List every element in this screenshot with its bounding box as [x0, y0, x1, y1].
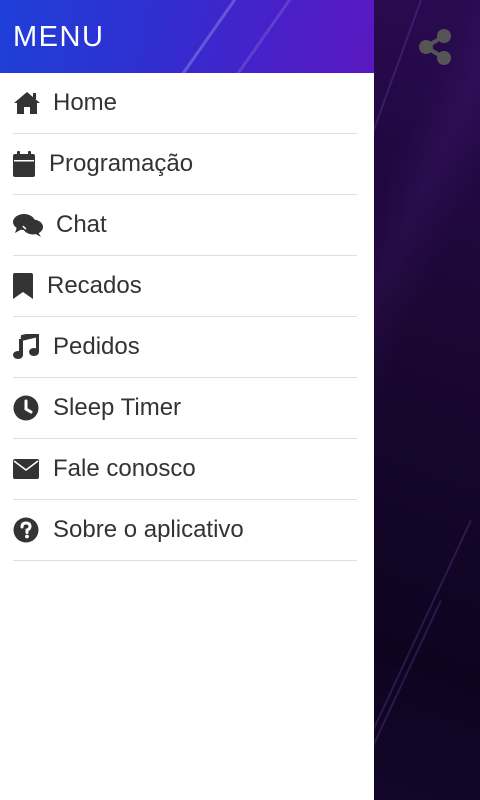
menu-item-label: Pedidos	[53, 333, 140, 360]
bookmark-icon	[13, 271, 37, 301]
chat-icon	[13, 210, 46, 240]
menu-item-sleep-timer[interactable]: Sleep Timer	[13, 378, 357, 439]
menu-item-label: Home	[53, 89, 118, 116]
calendar-icon	[13, 149, 39, 179]
menu-item-label: Recados	[47, 272, 142, 299]
share-button[interactable]	[414, 26, 456, 68]
menu-item-fale-conosco[interactable]: Fale conosco	[13, 439, 357, 500]
menu-item-label: Chat	[56, 211, 107, 238]
menu-item-programacao[interactable]: Programação	[13, 134, 357, 195]
question-circle-icon	[13, 515, 43, 545]
menu-item-label: Fale conosco	[53, 455, 196, 482]
envelope-icon	[13, 454, 43, 484]
drawer-header: MENU	[0, 0, 374, 73]
music-note-icon	[13, 332, 43, 362]
clock-icon	[13, 393, 43, 423]
menu-item-label: Sobre o aplicativo	[53, 516, 244, 543]
share-icon	[417, 28, 453, 66]
menu-item-home[interactable]: Home	[13, 73, 357, 134]
menu-item-recados[interactable]: Recados	[13, 256, 357, 317]
home-icon	[13, 88, 43, 118]
drawer-title: MENU	[13, 21, 105, 53]
menu-item-label: Sleep Timer	[53, 394, 182, 421]
navigation-drawer: MENU Home Programação Chat Recados Pedid…	[0, 0, 374, 800]
menu-item-chat[interactable]: Chat	[13, 195, 357, 256]
menu-list: Home Programação Chat Recados Pedidos Sl…	[0, 73, 374, 561]
menu-item-pedidos[interactable]: Pedidos	[13, 317, 357, 378]
menu-item-sobre[interactable]: Sobre o aplicativo	[13, 500, 357, 561]
menu-item-label: Programação	[49, 150, 194, 177]
